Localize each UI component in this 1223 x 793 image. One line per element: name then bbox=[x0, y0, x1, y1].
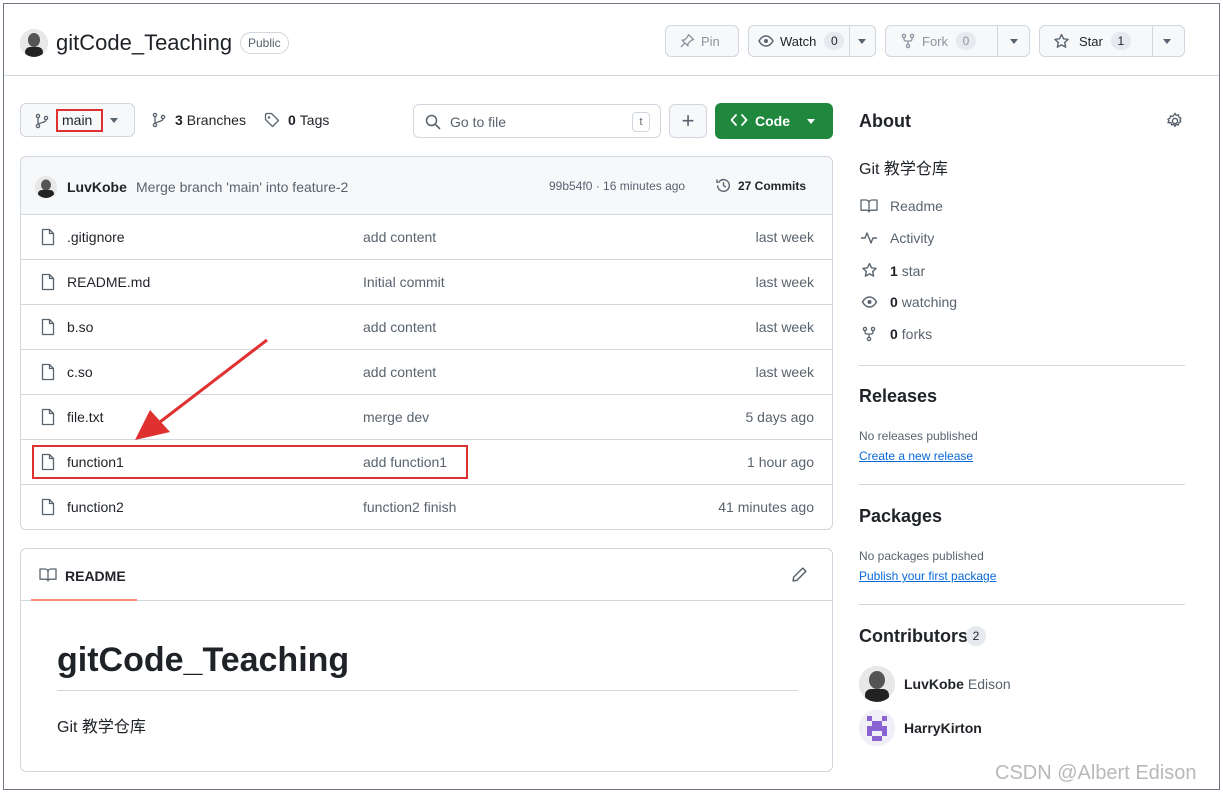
pulse-icon bbox=[859, 230, 879, 246]
about-item-watching[interactable]: 0 watching bbox=[859, 294, 957, 310]
contributor-avatar[interactable] bbox=[859, 666, 895, 702]
book-icon bbox=[39, 567, 57, 586]
readme-tab-label: README bbox=[65, 568, 126, 584]
about-item-label: watching bbox=[901, 294, 958, 310]
contributor-login: HarryKirton bbox=[904, 720, 982, 736]
contributors-heading[interactable]: Contributors bbox=[859, 626, 968, 647]
about-item-count: 1 bbox=[890, 262, 898, 279]
about-item-label: Activity bbox=[890, 230, 935, 246]
about-heading: About bbox=[859, 111, 911, 131]
contributor-avatar[interactable] bbox=[859, 710, 895, 746]
contributor-item[interactable]: LuvKobe Edison bbox=[859, 666, 1011, 702]
publish-package-link[interactable]: Publish your first package bbox=[859, 569, 996, 583]
about-item-count: 0 bbox=[890, 294, 898, 310]
pencil-icon[interactable] bbox=[791, 566, 808, 586]
fork-icon bbox=[859, 326, 879, 342]
releases-heading[interactable]: Releases bbox=[859, 386, 937, 407]
about-item-star[interactable]: 1 star bbox=[859, 262, 925, 279]
about-description: Git 教学仓库 bbox=[859, 161, 948, 178]
about-item-label: Readme bbox=[890, 198, 943, 214]
contributor-name: Edison bbox=[967, 676, 1011, 692]
about-item-forks[interactable]: 0 forks bbox=[859, 326, 932, 342]
readme-panel: README gitCode_Teaching Git 教学仓库 bbox=[20, 548, 833, 772]
readme-tab[interactable]: README bbox=[31, 549, 137, 601]
about-item-label: forks bbox=[901, 326, 933, 342]
gear-icon[interactable] bbox=[1166, 112, 1184, 133]
contributors-count: 2 bbox=[966, 626, 986, 646]
about-item-readme[interactable]: Readme bbox=[859, 198, 943, 214]
readme-header: README bbox=[21, 549, 832, 601]
packages-heading[interactable]: Packages bbox=[859, 506, 942, 527]
watermark: CSDN @Albert Edison bbox=[995, 762, 1197, 784]
readme-heading: gitCode_Teaching bbox=[57, 641, 798, 691]
eye-icon bbox=[859, 294, 879, 310]
contributor-item[interactable]: HarryKirton bbox=[859, 710, 982, 746]
packages-empty-text: No packages published bbox=[859, 549, 984, 563]
about-item-activity[interactable]: Activity bbox=[859, 230, 934, 246]
readme-body: Git 教学仓库 bbox=[57, 719, 146, 736]
book-icon bbox=[859, 198, 879, 214]
contributor-login: LuvKobe bbox=[904, 676, 964, 692]
about-item-count: 0 bbox=[890, 326, 898, 342]
star-icon bbox=[859, 262, 879, 279]
create-release-link[interactable]: Create a new release bbox=[859, 449, 973, 463]
releases-empty-text: No releases published bbox=[859, 429, 978, 443]
about-item-label: star bbox=[901, 262, 926, 279]
